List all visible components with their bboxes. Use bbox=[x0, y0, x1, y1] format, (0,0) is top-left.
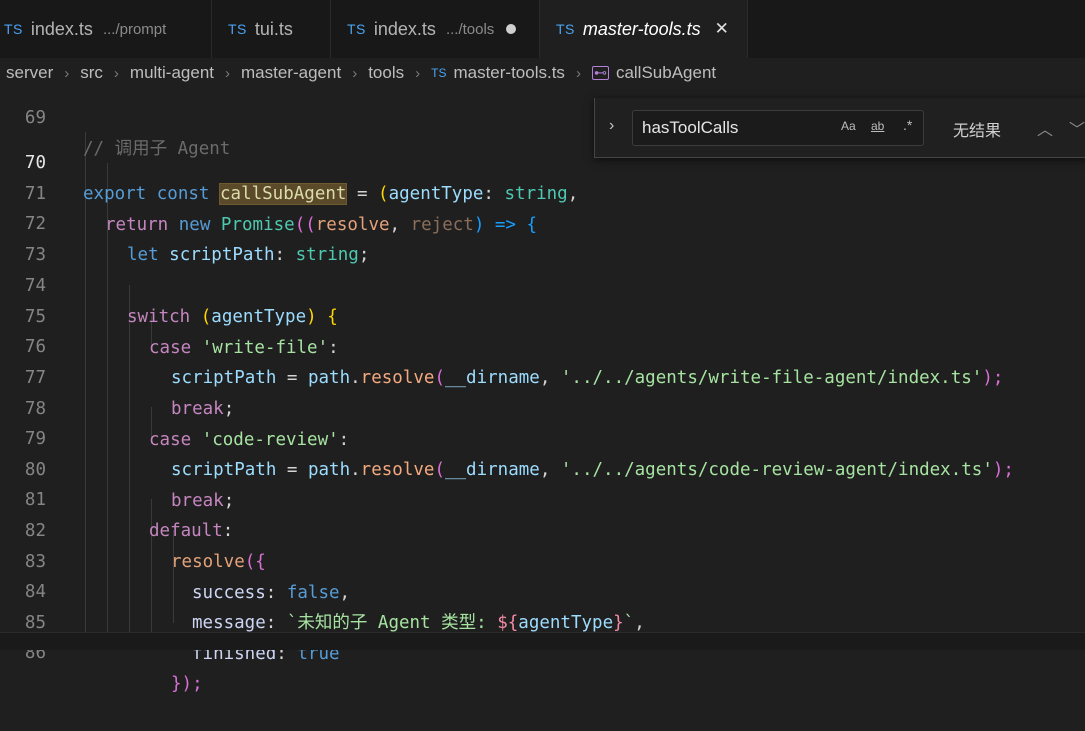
code-line-82: 82 resolve({ bbox=[0, 485, 1085, 572]
typescript-file-icon: TS bbox=[228, 21, 247, 37]
typescript-file-icon: TS bbox=[4, 21, 23, 37]
toggle-replace-chevron-icon[interactable]: › bbox=[609, 117, 614, 135]
tab-label: master-tools.ts bbox=[582, 18, 701, 39]
next-match-icon[interactable]: ﹀ bbox=[1069, 116, 1085, 140]
horizontal-scrollbar[interactable] bbox=[0, 632, 1085, 650]
regex-icon[interactable]: .* bbox=[903, 117, 912, 133]
match-case-icon[interactable]: Aa bbox=[841, 119, 856, 133]
tab-label: tui.ts bbox=[254, 18, 293, 39]
code-editor[interactable]: 69 // 调用子 Agent 70 export const callSubA… bbox=[0, 88, 1085, 694]
tab-master-tools[interactable]: TS master-tools.ts ✕ bbox=[540, 0, 748, 58]
code-line-72: 72 let scriptPath: string; bbox=[0, 178, 1085, 265]
editor-tab-bar: TS index.ts .../prompt TS tui.ts TS inde… bbox=[0, 0, 1085, 59]
unsaved-dot-icon[interactable] bbox=[506, 24, 517, 34]
typescript-file-icon: TS bbox=[347, 21, 366, 37]
tab-tui[interactable]: TS tui.ts bbox=[212, 0, 331, 58]
previous-match-icon[interactable]: ︿ bbox=[1037, 116, 1053, 140]
tab-description: .../prompt bbox=[102, 20, 167, 38]
close-icon[interactable]: ✕ bbox=[715, 19, 729, 39]
tab-label: index.ts bbox=[373, 18, 436, 39]
whole-word-icon[interactable]: ab bbox=[871, 119, 884, 133]
code-line-79: 79 scriptPath = path.resolve(__dirname, … bbox=[0, 393, 1085, 480]
code-line-80: 80 break; bbox=[0, 424, 1085, 511]
code-line-81: 81 default: bbox=[0, 454, 1085, 541]
code-line-76: 76 scriptPath = path.resolve(__dirname, … bbox=[0, 301, 1085, 388]
tab-description: .../tools bbox=[445, 20, 495, 38]
code-line-83: 83 success: false, bbox=[0, 516, 1085, 603]
tab-index-prompt[interactable]: TS index.ts .../prompt bbox=[0, 0, 212, 58]
find-result-count: 无结果 bbox=[953, 123, 1002, 140]
code-line-75: 75 case 'write-file': bbox=[0, 271, 1085, 358]
code-line-85: 85 finished: true bbox=[0, 577, 1085, 664]
code-line-78: 78 case 'code-review': bbox=[0, 363, 1085, 450]
typescript-file-icon: TS bbox=[556, 21, 575, 37]
code-line-73: 73 bbox=[0, 209, 1085, 265]
tab-label: index.ts bbox=[30, 18, 93, 39]
find-widget: › hasToolCalls Aa ab .* 无结果 ︿ ﹀ bbox=[594, 98, 1085, 158]
code-line-84: 84 message: `未知的子 Agent 类型: ${agentType}… bbox=[0, 546, 1085, 633]
tab-index-tools[interactable]: TS index.ts .../tools bbox=[331, 0, 540, 58]
code-line-74: 74 switch (agentType) { bbox=[0, 240, 1085, 327]
code-line-77: 77 break; bbox=[0, 332, 1085, 419]
